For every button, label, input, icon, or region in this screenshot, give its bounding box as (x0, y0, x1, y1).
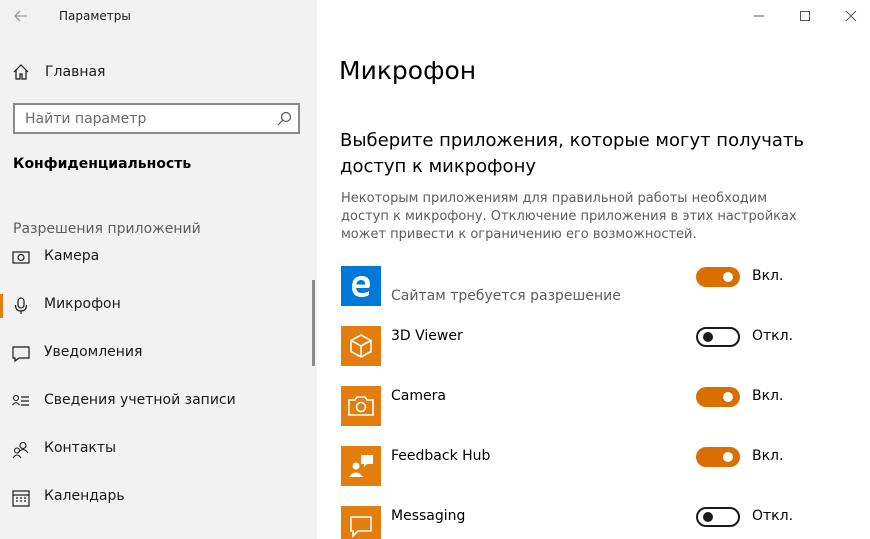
sidebar-item-label: Микрофон (44, 296, 121, 312)
toggle-knob (723, 452, 733, 462)
sidebar-home-label: Главная (45, 64, 106, 80)
app-row-camera: Camera Вкл. (341, 386, 801, 426)
camera-icon (12, 251, 30, 264)
back-arrow-icon (14, 10, 27, 22)
calendar-icon (12, 490, 30, 507)
app-name: Messaging (391, 508, 466, 524)
home-icon (13, 64, 29, 80)
toggle-knob (723, 392, 733, 402)
app-name: Camera (391, 388, 446, 404)
group-title: Разрешения приложений (13, 221, 201, 237)
feedback-hub-toggle[interactable] (696, 447, 740, 467)
sidebar-item-microphone[interactable]: Микрофон (0, 286, 317, 326)
app-name: Feedback Hub (391, 448, 491, 464)
page-title: Микрофон (339, 56, 477, 85)
app-title: Параметры (59, 9, 131, 23)
3d-viewer-toggle[interactable] (696, 327, 740, 347)
toggle-state-label: Вкл. (752, 268, 784, 284)
toggle-state-label: Откл. (752, 328, 794, 344)
app-row-messaging: Messaging Откл. (341, 506, 801, 539)
sidebar-item-label: Уведомления (44, 344, 143, 360)
sidebar-item-camera[interactable]: Камера (0, 238, 317, 278)
section-heading: Выберите приложения, которые могут получ… (340, 130, 805, 177)
notifications-icon (12, 346, 30, 363)
sidebar-item-label: Сведения учетной записи (44, 392, 236, 408)
sidebar-item-label: Календарь (44, 488, 125, 504)
edge-icon (341, 266, 381, 306)
app-row-feedback-hub: Feedback Hub Вкл. (341, 446, 801, 486)
app-subtitle: Сайтам требуется разрешение (391, 288, 621, 304)
back-button[interactable] (8, 4, 34, 28)
toggle-state-label: Откл. (752, 508, 794, 524)
app-row-3d-viewer: 3D Viewer Откл. (341, 326, 801, 366)
sidebar-item-account-info[interactable]: Сведения учетной записи (0, 382, 317, 422)
contacts-icon (12, 441, 29, 459)
sidebar-home[interactable]: Главная (0, 56, 317, 88)
sidebar-item-notifications[interactable]: Уведомления (0, 334, 317, 374)
toggle-knob (703, 512, 713, 522)
edge-toggle[interactable] (696, 267, 740, 287)
toggle-state-label: Вкл. (752, 448, 784, 464)
sidebar-scrollbar[interactable] (312, 280, 315, 366)
title-bar: Параметры (0, 0, 317, 32)
maximize-button[interactable] (782, 0, 828, 32)
section-description: Некоторым приложениям для правильной раб… (341, 191, 797, 242)
camera-app-icon (341, 386, 381, 426)
search-box[interactable] (13, 103, 300, 134)
search-input[interactable] (25, 110, 275, 128)
microphone-icon (14, 297, 28, 314)
close-button[interactable] (828, 0, 870, 32)
feedback-hub-icon (341, 446, 381, 486)
toggle-state-label: Вкл. (752, 388, 784, 404)
sidebar-item-label: Камера (44, 248, 100, 264)
maximize-icon (800, 11, 810, 21)
sidebar-item-calendar[interactable]: Календарь (0, 478, 317, 518)
sidebar-item-contacts[interactable]: Контакты (0, 430, 317, 470)
toggle-knob (723, 272, 733, 282)
search-icon[interactable] (276, 111, 292, 127)
close-icon (845, 10, 857, 22)
sidebar-item-label: Контакты (44, 440, 117, 456)
toggle-knob (703, 332, 713, 342)
minimize-icon (754, 15, 764, 17)
app-row-edge: Сайтам требуется разрешение Вкл. (341, 266, 801, 306)
messaging-toggle[interactable] (696, 507, 740, 527)
3d-viewer-icon (341, 326, 381, 366)
app-name: 3D Viewer (391, 328, 463, 344)
sidebar: Параметры Главная Конфиденциальность Раз… (0, 0, 317, 539)
section-title: Конфиденциальность (13, 156, 192, 172)
messaging-icon (341, 506, 381, 539)
camera-toggle[interactable] (696, 387, 740, 407)
minimize-button[interactable] (736, 0, 782, 32)
account-info-icon (12, 394, 29, 406)
active-indicator (0, 294, 3, 318)
